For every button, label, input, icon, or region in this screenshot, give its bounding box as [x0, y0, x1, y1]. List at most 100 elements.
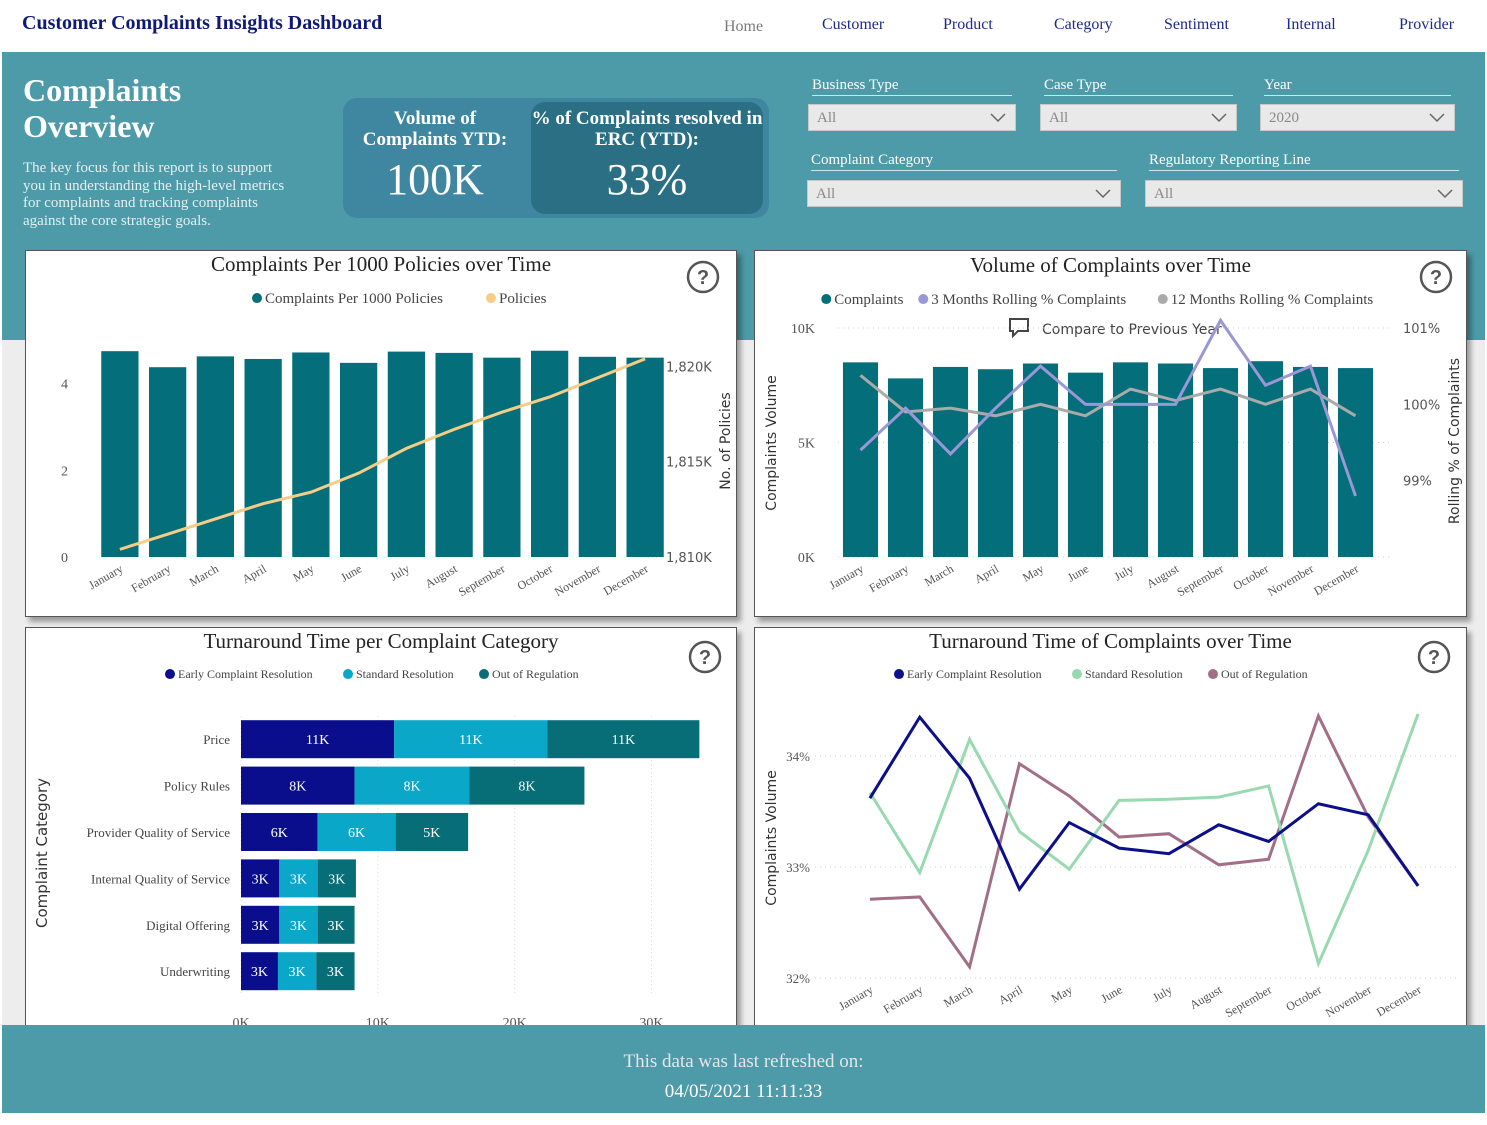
data-label: 3K: [289, 965, 306, 980]
nav-product[interactable]: Product: [943, 16, 993, 34]
x-tick-label: July: [388, 561, 412, 583]
y-axis-label: Complaints Volume: [764, 375, 780, 510]
nav-customer[interactable]: Customer: [822, 16, 884, 34]
y-axis-label: Complaints Volume: [764, 770, 780, 905]
y-tick-label: 32%: [786, 971, 810, 986]
bar-september: [1202, 368, 1239, 557]
complaint-category-value: All: [816, 186, 836, 202]
footer: This data was last refreshed on: 04/05/2…: [2, 1025, 1485, 1113]
x-tick-label: February: [881, 982, 926, 1016]
complaints-per-1000-chart: Complaints Per 1000 Policies Policies 0 2 4 1…: [61, 291, 734, 599]
complaint-category-label: Complaint Category: [811, 152, 1117, 171]
y2-axis-label: Rolling % of Complaints: [1447, 358, 1463, 524]
legend-label-3-months-rolling-complaints: 3 Months Rolling % Complaints: [931, 292, 1126, 308]
bar-march: [196, 356, 234, 557]
x-tick-label: September: [456, 561, 507, 599]
case-type-dropdown[interactable]: All: [1040, 104, 1237, 131]
turnaround-over-time-card: Early Complaint Resolution Standard Resol…: [754, 627, 1467, 1037]
chart1-title: Complaints Per 1000 Policies over Time: [210, 252, 552, 276]
help-circle-icon[interactable]: ?: [688, 640, 722, 674]
y2-tick-label: 1,810K: [666, 551, 712, 566]
x-tick-label: November: [1323, 982, 1374, 1019]
case-type-value: All: [1049, 110, 1069, 126]
bar-november: [578, 356, 616, 557]
nav-provider[interactable]: Provider: [1399, 16, 1454, 34]
x-tick-label: May: [1020, 561, 1046, 584]
bar-august: [435, 352, 473, 557]
nav-internal[interactable]: Internal: [1286, 16, 1336, 34]
legend-marker-early-complaint-resolution: [894, 669, 904, 680]
y2-tick-label: 1,815K: [666, 456, 712, 471]
year-dropdown[interactable]: 2020: [1260, 104, 1455, 131]
category-label-policy-rules: Policy Rules: [164, 779, 230, 794]
svg-text:?: ?: [1428, 647, 1440, 669]
x-tick-label: January: [86, 561, 125, 592]
y-tick-label: 33%: [786, 860, 810, 875]
data-label: 3K: [290, 919, 307, 934]
volume-of-complaints-card: Complaints 3 Months Rolling % Complaints 1…: [754, 250, 1467, 617]
regulatory-line-dropdown[interactable]: All: [1145, 180, 1463, 207]
category-label-internal-quality-of-service: Internal Quality of Service: [91, 871, 230, 886]
category-label-price: Price: [203, 732, 230, 747]
help-circle-icon[interactable]: ?: [686, 260, 720, 294]
nav-category[interactable]: Category: [1054, 16, 1113, 34]
nav-sentiment[interactable]: Sentiment: [1164, 16, 1229, 34]
year-value: 2020: [1269, 110, 1299, 126]
legend-label-complaints: Complaints: [834, 292, 903, 308]
data-label: 3K: [252, 919, 269, 934]
x-tick-label: March: [941, 982, 975, 1010]
y-axis-label: Complaint Category: [33, 778, 51, 928]
x-tick-label: November: [552, 561, 603, 598]
x-tick-label: August: [1187, 982, 1225, 1012]
kpi-erc-label: % of Complaints resolved in ERC (YTD):: [531, 108, 763, 150]
nav-home[interactable]: Home: [724, 18, 763, 36]
help-circle-icon[interactable]: ?: [1417, 640, 1451, 674]
year-label: Year: [1264, 77, 1451, 96]
chevron-down-icon: [1211, 113, 1227, 123]
x-tick-label: April: [972, 561, 1002, 586]
x-tick-label: November: [1265, 561, 1316, 598]
bar-april: [244, 358, 282, 557]
y-tick-label: 4: [61, 378, 68, 393]
y-tick-label: 10K: [791, 322, 815, 337]
data-label: 3K: [328, 872, 345, 887]
x-tick-label: July: [1150, 982, 1174, 1004]
svg-text:?: ?: [1430, 267, 1442, 289]
help-circle-icon[interactable]: ?: [1419, 260, 1453, 294]
bar-october: [1247, 361, 1284, 557]
compare-previous-year-button[interactable]: Compare to Previous Year: [1009, 318, 1222, 339]
bar-december: [626, 357, 664, 557]
chart3-title: Turnaround Time per Complaint Category: [203, 629, 559, 653]
x-tick-label: May: [1049, 982, 1075, 1005]
bar-may: [292, 352, 330, 557]
bar-january: [842, 362, 879, 557]
y2-tick-label: 99%: [1403, 475, 1432, 490]
complaint-category-dropdown[interactable]: All: [807, 180, 1121, 207]
y-tick-label: 34%: [786, 749, 810, 764]
data-label: 8K: [518, 780, 535, 795]
x-tick-label: December: [1374, 982, 1424, 1019]
business-type-dropdown[interactable]: All: [808, 104, 1016, 131]
legend-label-standard-resolution: Standard Resolution: [1085, 667, 1183, 681]
data-label: 8K: [403, 780, 420, 795]
bar-february: [887, 378, 924, 557]
x-tick-label: June: [338, 561, 364, 584]
legend-label-early-complaint-resolution: Early Complaint Resolution: [907, 667, 1042, 681]
legend-label-standard-resolution: Standard Resolution: [356, 667, 454, 681]
chart4-title: Turnaround Time of Complaints over Time: [929, 629, 1292, 653]
chevron-down-icon: [1429, 113, 1445, 123]
series-line-early-complaint-resolution: [868, 714, 1420, 893]
kpi-erc-value: 33%: [606, 155, 688, 204]
data-label: 6K: [271, 826, 288, 841]
legend-marker-standard-resolution: [1072, 669, 1082, 680]
bar-march: [932, 366, 969, 557]
legend-label-early-complaint-resolution: Early Complaint Resolution: [178, 667, 313, 681]
y-tick-label: 2: [61, 464, 68, 479]
bar-may: [1022, 363, 1059, 557]
y-tick-label: 0: [61, 551, 68, 566]
business-type-value: All: [817, 110, 837, 126]
data-label: 11K: [306, 733, 330, 748]
data-label: 3K: [252, 872, 269, 887]
regulatory-line-label: Regulatory Reporting Line: [1149, 152, 1459, 171]
x-tick-label: October: [515, 561, 555, 592]
